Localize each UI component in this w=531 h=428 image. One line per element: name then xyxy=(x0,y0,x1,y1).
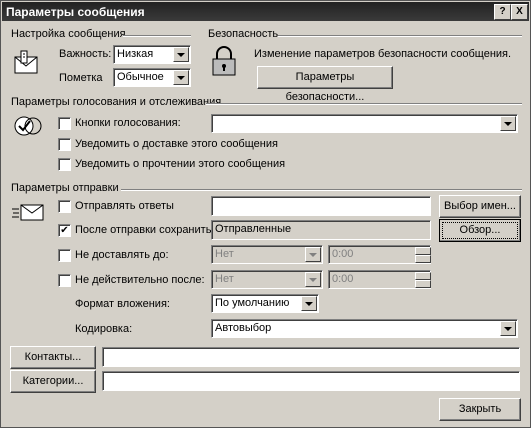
chevron-down-icon[interactable] xyxy=(301,296,317,311)
settings-group-title: Настройка сообщения xyxy=(11,28,126,40)
delivery-receipt-label: Уведомить о доставке этого сообщения xyxy=(75,138,278,150)
expires-time-value: 0:00 xyxy=(332,273,354,285)
delivery-receipt-checkbox[interactable] xyxy=(58,138,71,151)
chevron-down-icon[interactable] xyxy=(173,47,189,62)
replies-input[interactable] xyxy=(211,196,431,216)
browse-button[interactable]: Обзор... xyxy=(439,219,521,242)
importance-label: Важность: xyxy=(59,48,112,60)
help-button[interactable]: ? xyxy=(494,4,511,20)
expires-date-value: Нет xyxy=(215,273,234,285)
contacts-input[interactable] xyxy=(102,347,520,367)
settings-divider xyxy=(123,35,191,37)
importance-value: Низкая xyxy=(117,48,154,60)
envelope-icon xyxy=(13,49,41,80)
select-names-button[interactable]: Выбор имен... xyxy=(439,195,521,218)
encoding-value: Автовыбор xyxy=(215,322,272,334)
send-envelope-icon xyxy=(11,201,45,228)
attachment-format-select[interactable]: По умолчанию xyxy=(211,294,319,313)
delivery-divider xyxy=(121,189,522,191)
security-divider xyxy=(278,35,522,37)
deliver-after-label: Не доставлять до: xyxy=(75,249,169,261)
replies-label: Отправлять ответы xyxy=(75,200,174,212)
deliver-after-date[interactable]: Нет xyxy=(211,245,323,264)
close-dialog-button[interactable]: Закрыть xyxy=(439,398,521,421)
contacts-button[interactable]: Контакты... xyxy=(10,346,96,369)
encoding-label: Кодировка: xyxy=(75,323,133,335)
voting-check-icon xyxy=(13,113,43,142)
deliver-after-time[interactable]: 0:00 xyxy=(328,245,431,264)
deliver-after-date-value: Нет xyxy=(215,248,234,260)
sensitivity-value: Обычное xyxy=(117,71,164,83)
replies-checkbox[interactable] xyxy=(58,200,71,213)
save-sent-label: После отправки сохранить в: xyxy=(75,224,224,236)
dialog-title: Параметры сообщения xyxy=(6,5,145,19)
deliver-after-time-value: 0:00 xyxy=(332,248,354,260)
security-group-title: Безопасность xyxy=(208,28,279,40)
save-sent-value: Отправленные xyxy=(215,223,292,235)
security-settings-button[interactable]: Параметры безопасности... xyxy=(257,66,393,103)
expires-date[interactable]: Нет xyxy=(211,270,323,289)
chevron-down-icon[interactable] xyxy=(305,247,321,262)
sensitivity-select[interactable]: Обычное xyxy=(113,68,191,87)
attachment-format-value: По умолчанию xyxy=(215,297,290,309)
voting-divider xyxy=(206,103,522,105)
expires-time[interactable]: 0:00 xyxy=(328,270,431,289)
time-spinner[interactable] xyxy=(415,247,431,263)
save-sent-input[interactable]: Отправленные xyxy=(211,220,431,240)
security-description: Изменение параметров безопасности сообще… xyxy=(254,48,512,60)
expires-label: Не действительно после: xyxy=(75,274,205,286)
save-sent-checkbox[interactable]: ✔ xyxy=(58,224,71,237)
voting-buttons-select[interactable] xyxy=(211,114,518,133)
voting-buttons-label: Кнопки голосования: xyxy=(75,117,181,129)
delivery-group-title: Параметры отправки xyxy=(11,182,119,194)
expires-checkbox[interactable] xyxy=(58,274,71,287)
time-spinner[interactable] xyxy=(415,272,431,288)
sensitivity-label: Пометка xyxy=(59,72,103,84)
chevron-down-icon[interactable] xyxy=(305,272,321,287)
voting-group-title: Параметры голосования и отслеживания xyxy=(11,96,222,108)
attachment-format-label: Формат вложения: xyxy=(75,298,170,310)
read-receipt-label: Уведомить о прочтении этого сообщения xyxy=(75,158,286,170)
message-options-dialog: Параметры сообщения ? X Настройка сообще… xyxy=(0,0,531,428)
deliver-after-checkbox[interactable] xyxy=(58,249,71,262)
title-bar: Параметры сообщения ? X xyxy=(2,2,529,21)
read-receipt-checkbox[interactable] xyxy=(58,158,71,171)
chevron-down-icon[interactable] xyxy=(500,116,516,131)
close-button[interactable]: X xyxy=(511,4,528,20)
voting-buttons-checkbox[interactable] xyxy=(58,117,71,130)
encoding-select[interactable]: Автовыбор xyxy=(211,319,518,338)
chevron-down-icon[interactable] xyxy=(500,321,516,336)
categories-input[interactable] xyxy=(102,371,520,391)
chevron-down-icon[interactable] xyxy=(173,70,189,85)
categories-button[interactable]: Категории... xyxy=(10,370,96,393)
importance-select[interactable]: Низкая xyxy=(113,45,191,64)
lock-icon xyxy=(209,45,239,82)
